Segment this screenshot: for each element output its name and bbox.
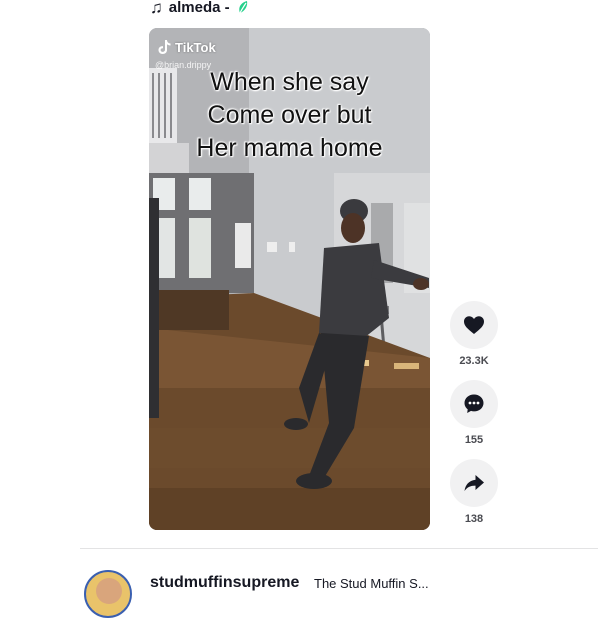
comment-count: 155: [464, 434, 484, 446]
share-icon: [464, 475, 484, 491]
avatar[interactable]: [84, 570, 132, 618]
comment-icon: [464, 394, 484, 413]
music-row[interactable]: ♫ almeda -: [150, 0, 250, 17]
comment-action: 155: [450, 380, 498, 446]
share-button[interactable]: [450, 459, 498, 507]
music-title[interactable]: almeda -: [169, 0, 230, 16]
leaf-icon: [238, 1, 247, 14]
caption-line: When she say: [210, 68, 369, 96]
like-count: 23.3K: [459, 355, 489, 367]
caption-line: Come over but: [207, 101, 372, 129]
like-action: 23.3K: [450, 301, 498, 367]
like-button[interactable]: [450, 301, 498, 349]
tiktok-logo-icon: [158, 40, 171, 54]
feed-divider: [80, 548, 598, 549]
comment-button[interactable]: [450, 380, 498, 428]
next-post-author[interactable]: studmuffinsupreme: [150, 574, 299, 592]
share-count: 138: [464, 513, 484, 525]
share-action: 138: [450, 459, 498, 525]
video-caption: When she say Come over but Her mama home: [149, 66, 430, 165]
next-post-nickname: The Stud Muffin S...: [314, 576, 429, 591]
heart-icon: [464, 316, 484, 334]
watermark-text: TikTok: [175, 39, 216, 55]
music-note-icon: ♫: [150, 0, 163, 17]
caption-line: Her mama home: [196, 134, 383, 162]
tiktok-watermark: TikTok: [157, 39, 216, 55]
video-player[interactable]: TikTok @brian.drippy When she say Come o…: [149, 28, 430, 530]
